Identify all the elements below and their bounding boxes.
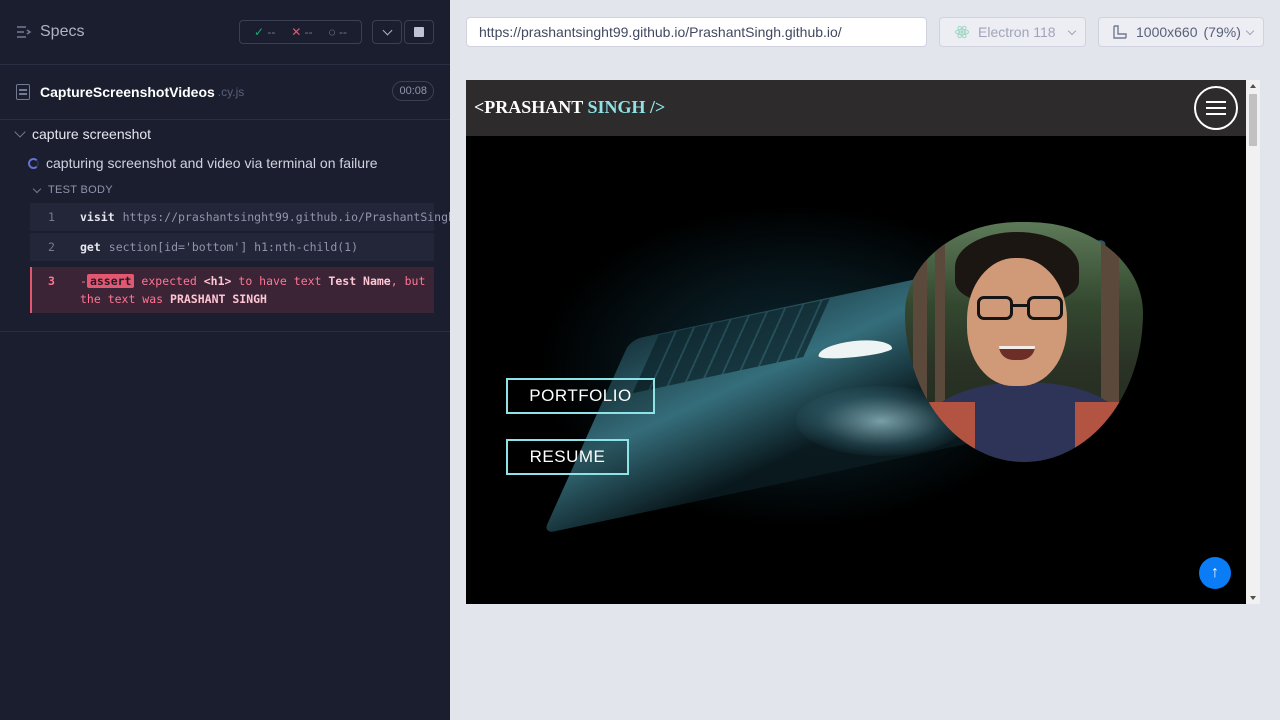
viewport-scale: (79%) [1203,24,1241,40]
hero-section: PORTFOLIO RESUME ↑ [466,136,1246,604]
reporter-panel: Specs ✓ -- ✕ -- ◌ -- CaptureScreenshotVi… [0,0,531,720]
suite-row[interactable]: capture screenshot [14,124,151,144]
chevron-down-icon [1067,26,1077,36]
scroll-up-arrow-icon[interactable] [1250,84,1256,88]
profile-photo [905,222,1143,462]
browser-label: Electron 118 [978,24,1056,40]
command-get[interactable]: 2 get section[id='bottom'] h1:nth-child(1… [30,233,434,261]
duration-badge: 00:08 [392,81,434,101]
url-text: https://prashantsinght99.github.io/Prash… [479,24,842,40]
passed-stat: ✓ -- [253,25,276,39]
auto-scroll-toggle[interactable] [372,20,402,44]
command-assert-failed[interactable]: 3 - assert expected <h1> to have text Tes… [30,267,434,313]
specs-label: Specs [40,23,85,40]
suite-title: capture screenshot [32,126,152,142]
command-number: 3 [48,274,55,288]
test-stats: ✓ -- ✕ -- ◌ -- [239,20,362,44]
browser-selector[interactable]: Electron 118 [939,17,1086,47]
test-row[interactable]: capturing screenshot and video via termi… [28,153,378,173]
specs-list-icon [17,26,32,38]
chevron-down-icon [32,184,42,193]
spec-file-row[interactable]: CaptureScreenshotVideos .cy.js 00:08 [16,76,434,108]
x-icon: ✕ [291,25,302,39]
scroll-to-top-button[interactable]: ↑ [1199,557,1231,589]
resume-button[interactable]: RESUME [506,439,629,475]
divider [0,64,450,65]
viewport-size: 1000x660 [1136,24,1198,40]
chevron-down-icon [14,126,26,138]
stop-button[interactable] [404,20,434,44]
site-logo[interactable]: <PRASHANT SINGH /> [474,97,665,118]
spec-file-name: CaptureScreenshotVideos [40,84,215,100]
test-body-toggle[interactable]: TEST BODY [32,181,113,199]
ruler-icon [1113,25,1127,39]
site-navbar: <PRASHANT SINGH /> [466,80,1246,136]
electron-icon [955,25,969,39]
command-name: get [80,240,101,254]
command-name: visit [80,210,115,224]
scrollbar-thumb[interactable] [1249,94,1257,146]
glasses [977,296,1063,322]
file-icon [16,84,30,100]
assert-badge: assert [86,274,135,288]
scroll-down-arrow-icon[interactable] [1250,596,1256,600]
check-icon: ✓ [253,25,264,39]
aut-iframe[interactable]: <PRASHANT SINGH /> PORTFOLIO RESUME ↑ [466,80,1246,604]
command-log: 1 visit https://prashantsinght99.github.i… [30,203,531,315]
arrow-up-icon: ↑ [1211,564,1219,581]
pending-stat: ◌ -- [328,25,348,39]
command-number: 2 [48,240,55,254]
pending-icon: ◌ [328,25,336,39]
menu-line [1206,101,1226,103]
test-body-label: TEST BODY [48,184,113,196]
command-visit[interactable]: 1 visit https://prashantsinght99.github.i… [30,203,531,231]
chevron-down-icon [382,25,392,36]
menu-line [1206,107,1226,109]
divider [0,119,450,120]
command-message: section[id='bottom'] h1:nth-child(1) [108,240,359,254]
failed-stat: ✕ -- [291,25,313,39]
portfolio-button[interactable]: PORTFOLIO [506,378,655,414]
url-bar[interactable]: https://prashantsinght99.github.io/Prash… [466,17,927,47]
chevron-down-icon [1245,26,1255,36]
menu-line [1206,113,1226,115]
spec-file-ext: .cy.js [217,85,245,99]
stop-icon [414,27,424,37]
aut-scrollbar[interactable] [1246,80,1260,604]
viewport-selector[interactable]: 1000x660 (79%) [1098,17,1264,47]
command-number: 1 [48,210,55,224]
test-title: capturing screenshot and video via termi… [46,155,378,171]
running-spinner-icon [28,157,39,169]
divider [0,331,450,332]
hamburger-menu-button[interactable] [1194,86,1238,130]
